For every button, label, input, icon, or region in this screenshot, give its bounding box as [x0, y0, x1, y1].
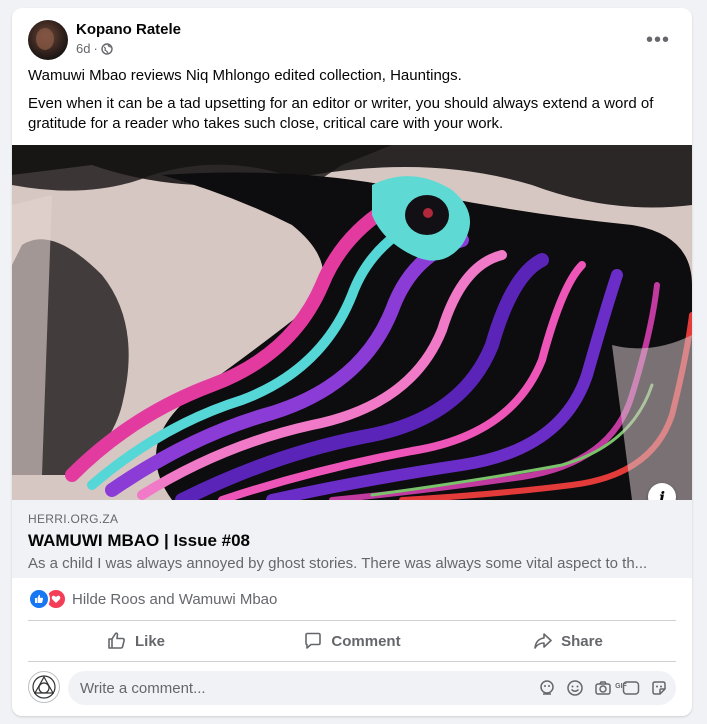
- abstract-artwork-image: [12, 145, 692, 500]
- author-avatar[interactable]: [28, 20, 68, 60]
- geometric-logo-icon: [32, 675, 56, 699]
- post-card: Kopano Ratele 6d · ••• Wamuwi Mbao revie…: [12, 8, 692, 716]
- like-label: Like: [134, 632, 165, 650]
- action-bar: Like Comment Share: [28, 622, 676, 660]
- link-preview-box[interactable]: HERRI.ORG.ZA WAMUWI MBAO | Issue #08 As …: [12, 500, 692, 578]
- comment-button[interactable]: Comment: [244, 622, 460, 660]
- divider: [28, 620, 676, 621]
- meta-separator: ·: [93, 41, 98, 56]
- share-icon: [534, 633, 552, 649]
- post-header: Kopano Ratele 6d · •••: [28, 20, 676, 64]
- camera-icon[interactable]: [594, 679, 612, 697]
- commenter-avatar[interactable]: [28, 671, 60, 703]
- post-text-line1: Wamuwi Mbao reviews Niq Mhlongo edited c…: [28, 67, 462, 84]
- link-preview-image[interactable]: [12, 145, 692, 500]
- reaction-names[interactable]: Hilde Roos and Wamuwi Mbao: [72, 591, 277, 608]
- link-title[interactable]: WAMUWI MBAO | Issue #08: [28, 531, 250, 551]
- globe-icon[interactable]: [101, 42, 113, 55]
- thumbs-up-icon: [108, 632, 125, 649]
- comment-label: Comment: [331, 632, 401, 650]
- author-name[interactable]: Kopano Ratele: [76, 20, 181, 40]
- like-button[interactable]: Like: [28, 622, 244, 660]
- emoji-icon[interactable]: [566, 679, 584, 697]
- more-options-button[interactable]: •••: [644, 29, 672, 51]
- link-domain: HERRI.ORG.ZA: [28, 512, 119, 526]
- post-meta: 6d ·: [76, 41, 113, 56]
- sticker-icon[interactable]: [650, 679, 668, 697]
- comment-icon: [305, 632, 322, 649]
- divider: [28, 661, 676, 662]
- post-text-line2: Even when it can be a tad upsetting for …: [28, 95, 654, 132]
- reactions-summary[interactable]: Hilde Roos and Wamuwi Mbao: [28, 588, 277, 610]
- post-time[interactable]: 6d: [76, 41, 90, 56]
- share-button[interactable]: Share: [460, 622, 676, 660]
- share-label: Share: [561, 632, 603, 650]
- gif-icon[interactable]: [622, 679, 640, 697]
- like-icon: [28, 588, 50, 610]
- avatar-sticker-icon[interactable]: [538, 679, 556, 697]
- link-description: As a child I was always annoyed by ghost…: [28, 555, 648, 572]
- comment-tools: [538, 679, 668, 697]
